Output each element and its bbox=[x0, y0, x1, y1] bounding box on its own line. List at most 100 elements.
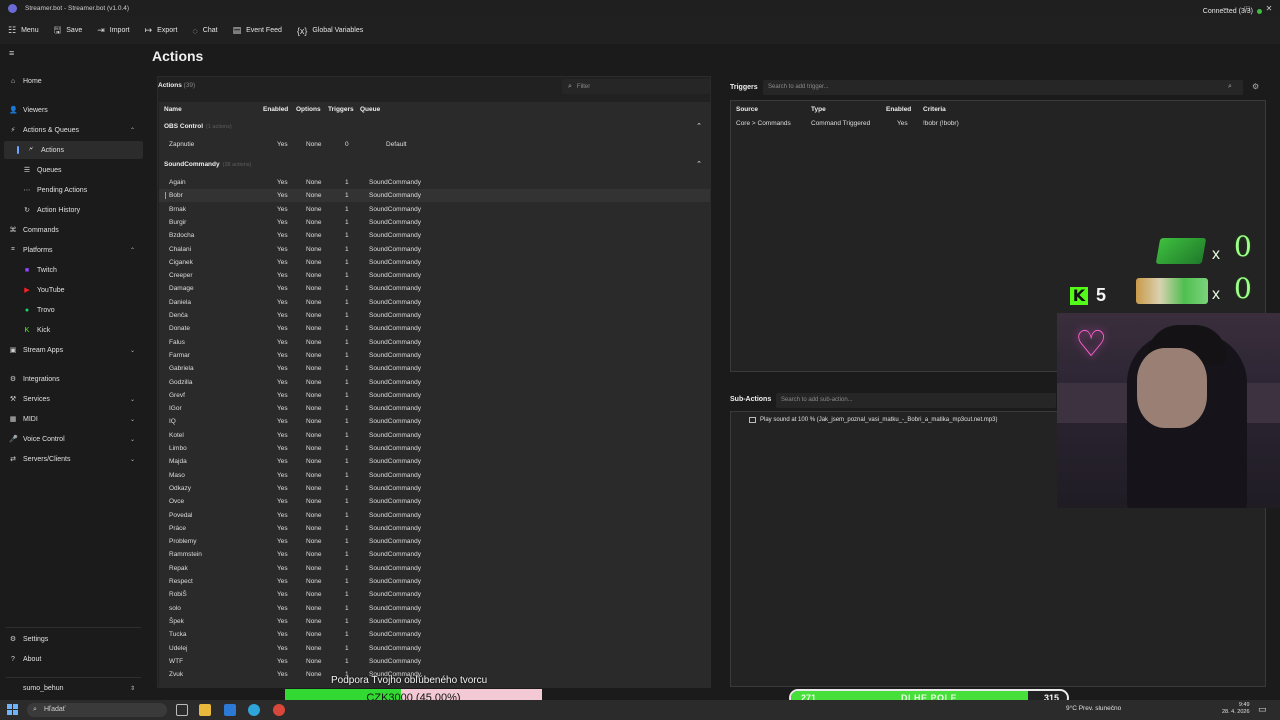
table-row[interactable]: Gabriela Yes None 1 SoundCommandy bbox=[159, 362, 710, 375]
table-row[interactable]: Špek Yes None 1 SoundCommandy bbox=[159, 615, 710, 628]
trigger-col-source[interactable]: Source bbox=[736, 106, 758, 113]
sidebar-item-services[interactable]: ⚒ Services ⌄ bbox=[0, 390, 147, 408]
column-header-queue[interactable]: Queue bbox=[360, 106, 380, 113]
table-row[interactable]: Kotel Yes None 1 SoundCommandy bbox=[159, 429, 710, 442]
table-row[interactable]: Godzilla Yes None 1 SoundCommandy bbox=[159, 376, 710, 389]
trigger-criteria[interactable]: !bobr (!bobr) bbox=[923, 120, 959, 127]
sidebar-item-home[interactable]: ⌂ Home bbox=[0, 72, 147, 90]
sidebar-item-action-history[interactable]: ↻ Action History bbox=[0, 201, 147, 219]
table-row[interactable]: Zapnutie Yes None 0 Default bbox=[159, 138, 710, 151]
table-row[interactable]: Farmar Yes None 1 SoundCommandy bbox=[159, 349, 710, 362]
trigger-col-enabled[interactable]: Enabled bbox=[886, 106, 911, 113]
sidebar-item-platforms[interactable]: ⌗ Platforms ⌃ bbox=[0, 241, 147, 259]
table-row[interactable]: Brnak Yes None 1 SoundCommandy bbox=[159, 203, 710, 216]
trigger-type[interactable]: Command Triggered bbox=[811, 120, 870, 127]
column-header-options[interactable]: Options bbox=[296, 106, 321, 113]
table-row[interactable]: Bobr Yes None 1 SoundCommandy bbox=[159, 189, 710, 203]
table-row[interactable]: Creeper Yes None 1 SoundCommandy bbox=[159, 269, 710, 282]
sidebar-item-viewers[interactable]: 👤 Viewers bbox=[0, 101, 147, 119]
table-row[interactable]: Ciganek Yes None 1 SoundCommandy bbox=[159, 256, 710, 269]
trigger-enabled[interactable]: Yes bbox=[897, 120, 908, 127]
column-header-name[interactable]: Name bbox=[164, 106, 182, 113]
sidebar-item-kick[interactable]: K Kick bbox=[0, 321, 147, 339]
table-row[interactable]: Povedal Yes None 1 SoundCommandy bbox=[159, 509, 710, 522]
connection-status[interactable]: Connected (3/3) bbox=[1203, 8, 1262, 15]
store-icon[interactable] bbox=[224, 704, 236, 716]
subaction-search-input[interactable]: Search to add sub-action... bbox=[776, 393, 1056, 408]
save-button[interactable]: 🖫 Save bbox=[54, 23, 83, 39]
filter-input[interactable]: ⌕ Filter bbox=[562, 79, 710, 94]
table-row[interactable]: Again Yes None 1 SoundCommandy bbox=[159, 176, 710, 189]
sidebar-item-voice-control[interactable]: 🎤 Voice Control ⌄ bbox=[0, 430, 147, 448]
table-row[interactable]: Daniela Yes None 1 SoundCommandy bbox=[159, 296, 710, 309]
gear-icon[interactable]: ⚙ bbox=[1252, 82, 1259, 91]
trigger-col-criteria[interactable]: Criteria bbox=[923, 106, 946, 113]
sidebar-item-about[interactable]: ? About bbox=[0, 650, 147, 668]
table-row[interactable]: Damage Yes None 1 SoundCommandy bbox=[159, 282, 710, 295]
event-feed-button[interactable]: ▤ Event Feed bbox=[233, 25, 282, 36]
table-row[interactable]: IQ Yes None 1 SoundCommandy bbox=[159, 415, 710, 428]
chrome-icon[interactable] bbox=[273, 704, 285, 716]
global-variables-button[interactable]: {x} Global Variables bbox=[297, 26, 363, 36]
table-row[interactable]: Donate Yes None 1 SoundCommandy bbox=[159, 322, 710, 335]
taskbar-search[interactable]: ⌕ Hľadať bbox=[27, 703, 167, 717]
sidebar-item-servers-clients[interactable]: ⇄ Servers/Clients ⌄ bbox=[0, 450, 147, 468]
table-row[interactable]: Burgir Yes None 1 SoundCommandy bbox=[159, 216, 710, 229]
table-row[interactable]: Limbo Yes None 1 SoundCommandy bbox=[159, 442, 710, 455]
table-row[interactable]: Práce Yes None 1 SoundCommandy bbox=[159, 522, 710, 535]
sidebar-item-actions-queues[interactable]: ⚡ Actions & Queues ⌃ bbox=[0, 121, 147, 139]
import-button[interactable]: ⇥ Import bbox=[97, 25, 129, 36]
table-row[interactable]: Chalani Yes None 1 SoundCommandy bbox=[159, 243, 710, 256]
trigger-col-type[interactable]: Type bbox=[811, 106, 826, 113]
collapse-icon[interactable]: ⌃ bbox=[696, 122, 702, 130]
export-button[interactable]: ↦ Export bbox=[145, 25, 178, 36]
table-row[interactable]: Tucka Yes None 1 SoundCommandy bbox=[159, 628, 710, 641]
file-explorer-icon[interactable] bbox=[199, 704, 211, 716]
table-row[interactable]: Majda Yes None 1 SoundCommandy bbox=[159, 455, 710, 468]
sidebar-item-queues[interactable]: ☰ Queues bbox=[0, 161, 147, 179]
search-icon[interactable]: ⌕ bbox=[1228, 83, 1232, 91]
task-view-icon[interactable] bbox=[176, 704, 188, 716]
table-row[interactable]: Repak Yes None 1 SoundCommandy bbox=[159, 562, 710, 575]
collapse-icon[interactable]: ⌃ bbox=[696, 160, 702, 168]
notification-icon[interactable]: ▭ bbox=[1258, 704, 1267, 715]
sidebar-item-trovo[interactable]: ● Trovo bbox=[0, 301, 147, 319]
sidebar-item-midi[interactable]: ▦ MIDI ⌄ bbox=[0, 410, 147, 428]
sidebar-item-pending-actions[interactable]: ⋯ Pending Actions bbox=[0, 181, 147, 199]
table-row[interactable]: Udelej Yes None 1 SoundCommandy bbox=[159, 642, 710, 655]
table-row[interactable]: Ovce Yes None 1 SoundCommandy bbox=[159, 495, 710, 508]
action-group-header[interactable]: OBS Control (1 actions) ⌃ bbox=[159, 121, 710, 134]
windows-start-icon[interactable] bbox=[7, 704, 18, 715]
sidebar-item-commands[interactable]: ⌘ Commands bbox=[0, 221, 147, 239]
sidebar-item-twitch[interactable]: ■ Twitch bbox=[0, 261, 147, 279]
table-row[interactable]: Maso Yes None 1 SoundCommandy bbox=[159, 469, 710, 482]
table-row[interactable]: Rammstein Yes None 1 SoundCommandy bbox=[159, 548, 710, 561]
trigger-search-input[interactable]: Search to add trigger... bbox=[763, 80, 1243, 95]
table-row[interactable]: Falus Yes None 1 SoundCommandy bbox=[159, 336, 710, 349]
sidebar-item-actions[interactable]: 🗲 Actions bbox=[4, 141, 143, 159]
table-row[interactable]: Problemy Yes None 1 SoundCommandy bbox=[159, 535, 710, 548]
table-row[interactable]: solo Yes None 1 SoundCommandy bbox=[159, 602, 710, 615]
table-row[interactable]: WTF Yes None 1 SoundCommandy bbox=[159, 655, 710, 668]
hamburger-icon[interactable]: ≡ bbox=[9, 48, 14, 58]
table-row[interactable]: Bzdocha Yes None 1 SoundCommandy bbox=[159, 229, 710, 242]
sidebar-item-stream-apps[interactable]: ▣ Stream Apps ⌄ bbox=[0, 341, 147, 359]
column-header-triggers[interactable]: Triggers bbox=[328, 106, 354, 113]
table-row[interactable]: Denča Yes None 1 SoundCommandy bbox=[159, 309, 710, 322]
taskbar-weather[interactable]: 9°C Prev. slunečno bbox=[1066, 705, 1121, 712]
table-row[interactable]: IGor Yes None 1 SoundCommandy bbox=[159, 402, 710, 415]
column-header-enabled[interactable]: Enabled bbox=[263, 106, 288, 113]
edge-icon[interactable] bbox=[248, 704, 260, 716]
taskbar-clock[interactable]: 9:49 28. 4. 2026 bbox=[1222, 702, 1250, 716]
menu-button[interactable]: ☷ Menu bbox=[8, 25, 39, 36]
table-row[interactable]: Odkazy Yes None 1 SoundCommandy bbox=[159, 482, 710, 495]
action-group-header[interactable]: SoundCommandy (38 actions) ⌃ bbox=[159, 159, 710, 172]
sidebar-item-integrations[interactable]: ⚙ Integrations bbox=[0, 370, 147, 388]
user-selector[interactable]: sumo_behun ⇕ bbox=[0, 679, 147, 697]
trigger-source[interactable]: Core > Commands bbox=[736, 120, 791, 127]
table-row[interactable]: RobiŠ Yes None 1 SoundCommandy bbox=[159, 588, 710, 601]
table-row[interactable]: Respect Yes None 1 SoundCommandy bbox=[159, 575, 710, 588]
sidebar-item-settings[interactable]: ⚙ Settings bbox=[0, 630, 147, 648]
table-row[interactable]: Grevf Yes None 1 SoundCommandy bbox=[159, 389, 710, 402]
chat-button[interactable]: ◌ Chat bbox=[192, 26, 217, 36]
